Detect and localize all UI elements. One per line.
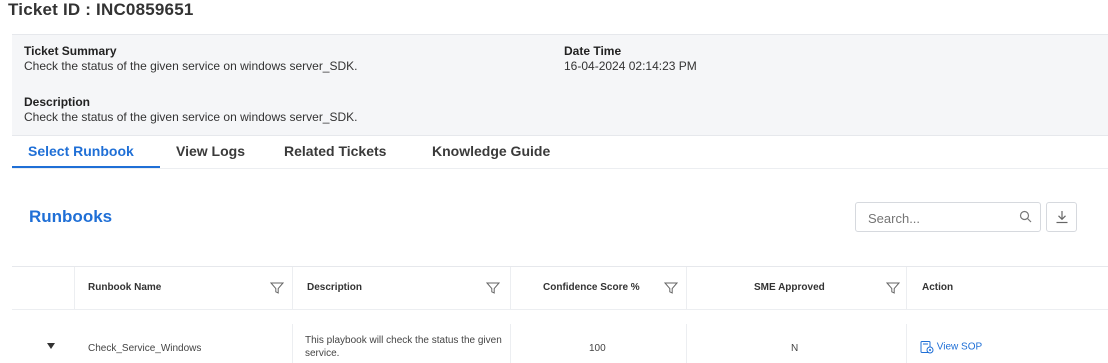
filter-icon[interactable] <box>485 281 501 299</box>
search-box <box>855 202 1041 232</box>
search-input[interactable] <box>866 208 1010 228</box>
page-title: Ticket ID : INC0859651 <box>8 0 194 19</box>
runbook-name-cell: Check_Service_Windows <box>88 343 202 354</box>
filter-icon[interactable] <box>663 281 679 299</box>
column-header-confidence-score[interactable]: Confidence Score % <box>543 267 640 309</box>
date-time-value: 16-04-2024 02:14:23 PM <box>564 59 697 73</box>
tab-select-runbook[interactable]: Select Runbook <box>12 136 160 168</box>
download-icon <box>1056 211 1068 224</box>
column-divider <box>686 267 687 309</box>
ticket-summary-value: Check the status of the given service on… <box>24 59 358 73</box>
view-sop-label: View SOP <box>936 341 983 353</box>
ticket-summary-panel: Ticket Summary Check the status of the g… <box>12 34 1108 136</box>
tab-related-tickets[interactable]: Related Tickets <box>268 136 402 166</box>
confidence-score-cell: 100 <box>589 343 606 354</box>
description-value: Check the status of the given service on… <box>24 110 358 124</box>
column-divider <box>510 324 511 363</box>
column-divider <box>906 324 907 363</box>
ticket-summary-label: Ticket Summary <box>24 44 117 58</box>
date-time-label: Date Time <box>564 44 622 58</box>
column-divider <box>510 267 511 309</box>
table-header: Runbook Name Description Confidence Scor… <box>12 266 1108 310</box>
table-row: Check_Service_Windows This playbook will… <box>12 318 1108 363</box>
column-header-sme-approved[interactable]: SME Approved <box>754 267 825 309</box>
runbooks-heading: Runbooks <box>29 207 113 226</box>
column-divider <box>906 267 907 309</box>
caret-down-icon[interactable] <box>47 341 55 352</box>
tab-view-logs[interactable]: View Logs <box>160 136 261 166</box>
filter-icon[interactable] <box>269 281 285 299</box>
sme-approved-cell: N <box>791 343 799 354</box>
column-divider <box>292 324 293 363</box>
column-header-runbook-name[interactable]: Runbook Name <box>88 267 161 309</box>
column-divider <box>74 267 75 309</box>
description-label: Description <box>24 95 91 109</box>
column-header-action: Action <box>922 282 954 293</box>
download-button[interactable] <box>1046 202 1077 232</box>
description-cell: This playbook will check the status the … <box>305 335 502 359</box>
column-divider <box>292 267 293 309</box>
column-divider <box>686 324 687 363</box>
column-header-description[interactable]: Description <box>307 267 362 309</box>
filter-icon[interactable] <box>885 281 901 299</box>
tab-knowledge-guide[interactable]: Knowledge Guide <box>416 136 566 166</box>
search-icon[interactable] <box>1019 210 1032 228</box>
document-view-icon <box>920 341 934 354</box>
tab-bar: Select Runbook View Logs Related Tickets… <box>12 136 1108 169</box>
view-sop-link[interactable]: View SOP <box>920 340 982 354</box>
